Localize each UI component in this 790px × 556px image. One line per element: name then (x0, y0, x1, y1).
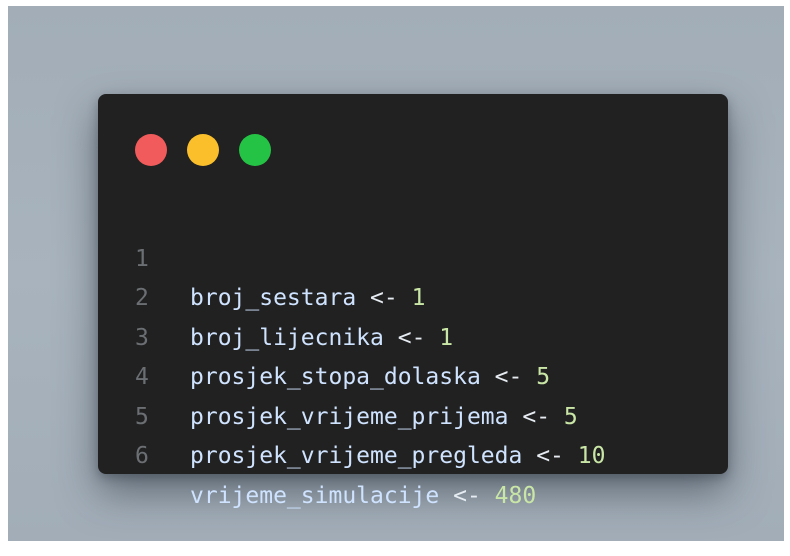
code-line: 1 broj_sestara <- 1 (98, 200, 728, 312)
assign-operator: <- (453, 482, 481, 509)
code-line: 3 prosjek_stopa_dolaska <- 5 (98, 279, 728, 391)
number-literal: 10 (577, 443, 606, 469)
code-line: 2 broj_lijecnika <- 1 (98, 240, 728, 351)
code-line: 5 prosjek_vrijeme_pregleda <- 10 (98, 358, 728, 470)
code-line: 6 vrijeme_simulacije <- 480 (98, 398, 728, 509)
background-canvas: 1 broj_sestara <- 1 2 broj_lijecnika <- … (8, 6, 784, 541)
minimize-dot-icon (187, 134, 219, 166)
code-block: 1 broj_sestara <- 1 2 broj_lijecnika <- … (98, 200, 728, 509)
assign-operator: <- (536, 443, 564, 469)
code-line: 4 prosjek_vrijeme_prijema <- 5 (98, 319, 728, 430)
line-number: 6 (135, 443, 149, 469)
identifier: vrijeme_simulacije (190, 482, 440, 509)
maximize-dot-icon (239, 134, 271, 166)
code-statement: vrijeme_simulacije <- 480 (190, 477, 536, 517)
code-window: 1 broj_sestara <- 1 2 broj_lijecnika <- … (98, 94, 728, 509)
identifier: prosjek_vrijeme_pregleda (190, 443, 523, 469)
code-statement: prosjek_vrijeme_pregleda <- 10 (190, 437, 605, 477)
close-dot-icon (135, 134, 167, 166)
number-literal: 480 (494, 482, 537, 509)
